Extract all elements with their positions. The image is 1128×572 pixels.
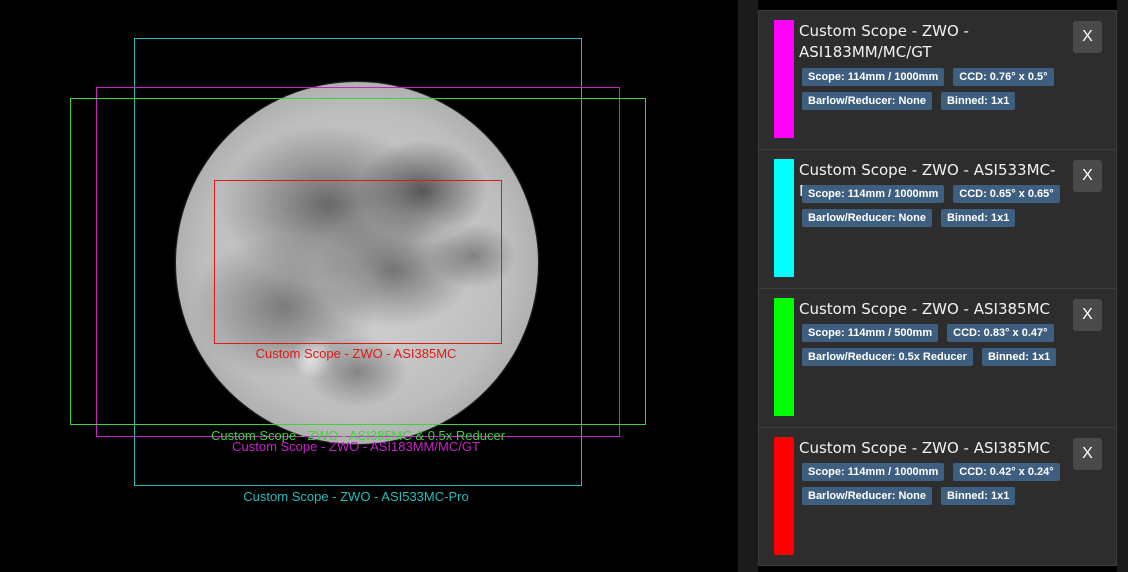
badge-group: Scope: 114mm / 1000mm CCD: 0.65° x 0.65°… [802,185,1072,227]
card-title: Custom Scope - ZWO - ASI385MC [799,439,1050,457]
badge-group: Scope: 114mm / 500mm CCD: 0.83° x 0.47° … [802,324,1072,366]
barlow-badge: Barlow/Reducer: None [802,487,932,505]
panel-edge [1117,0,1128,572]
barlow-badge: Barlow/Reducer: 0.5x Reducer [802,348,973,366]
scope-badge: Scope: 114mm / 500mm [802,324,939,342]
color-swatch [774,298,794,416]
color-swatch [774,159,794,277]
ccd-badge: CCD: 0.83° x 0.47° [947,324,1054,342]
remove-button[interactable]: X [1073,160,1102,192]
card-title: Custom Scope - ZWO - ASI183MM/MC/GT [799,22,969,61]
card-title: Custom Scope - ZWO - ASI385MC [799,300,1050,318]
binned-badge: Binned: 1x1 [981,348,1057,366]
barlow-badge: Barlow/Reducer: None [802,209,932,227]
color-swatch [774,20,794,138]
fov-label-asi183: Custom Scope - ZWO - ASI183MM/MC/GT [232,439,480,454]
ccd-badge: CCD: 0.65° x 0.65° [953,185,1060,203]
panel-gutter [738,0,758,572]
equipment-card: Custom Scope - ZWO - ASI385MC Scope: 114… [759,428,1116,567]
equipment-card: Custom Scope - ZWO - ASI183MM/MC/GT Scop… [759,11,1116,150]
equipment-card: Custom Scope - ZWO - ASI385MC Scope: 114… [759,289,1116,428]
ccd-badge: CCD: 0.76° x 0.5° [953,68,1054,86]
ccd-badge: CCD: 0.42° x 0.24° [953,463,1060,481]
binned-badge: Binned: 1x1 [940,92,1016,110]
equipment-card: Custom Scope - ZWO - ASI533MC-Pro Scope:… [759,150,1116,289]
field-of-view-canvas: Custom Scope - ZWO - ASI385MC Custom Sco… [0,0,738,572]
fov-label-asi533: Custom Scope - ZWO - ASI533MC-Pro [243,489,469,504]
equipment-list-panel: Custom Scope - ZWO - ASI183MM/MC/GT Scop… [758,10,1117,566]
binned-badge: Binned: 1x1 [940,209,1016,227]
fov-label-asi385: Custom Scope - ZWO - ASI385MC [255,346,457,361]
badge-group: Scope: 114mm / 1000mm CCD: 0.42° x 0.24°… [802,463,1072,505]
color-swatch [774,437,794,555]
barlow-badge: Barlow/Reducer: None [802,92,932,110]
scope-badge: Scope: 114mm / 1000mm [802,463,945,481]
fov-rect-asi385 [214,180,502,344]
binned-badge: Binned: 1x1 [940,487,1016,505]
scope-badge: Scope: 114mm / 1000mm [802,185,945,203]
badge-group: Scope: 114mm / 1000mm CCD: 0.76° x 0.5° … [802,68,1072,110]
scope-badge: Scope: 114mm / 1000mm [802,68,945,86]
remove-button[interactable]: X [1073,438,1102,470]
remove-button[interactable]: X [1073,299,1102,331]
remove-button[interactable]: X [1073,21,1102,53]
